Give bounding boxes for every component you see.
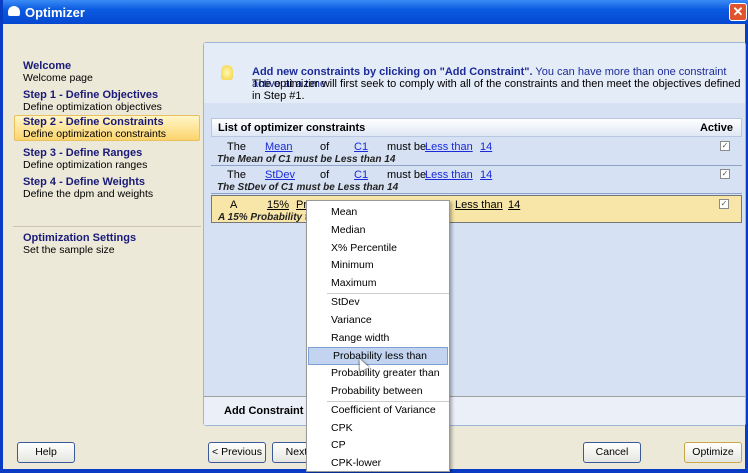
menu-item-variance[interactable]: Variance — [307, 312, 449, 330]
menu-item-probability-less-than[interactable]: Probability less than — [308, 347, 448, 366]
previous-button[interactable]: < Previous — [208, 442, 266, 463]
value-link[interactable]: 14 — [480, 169, 492, 181]
constraints-panel: Add new constraints by clicking on "Add … — [203, 42, 746, 426]
constraint-description: The StDev of C1 must be Less than 14 — [217, 182, 399, 193]
row-word: of — [320, 169, 330, 181]
menu-item-mean[interactable]: Mean — [307, 204, 449, 222]
constraint-row[interactable]: The StDev of C1 must be Less than 14 The… — [211, 166, 742, 194]
optimize-button[interactable]: Optimize — [684, 442, 742, 463]
sidebar-item-subtitle: Set the sample size — [23, 244, 115, 256]
app-icon — [8, 6, 20, 16]
sidebar-item-settings[interactable]: Optimization Settings Set the sample size — [17, 232, 201, 256]
row-word: of — [320, 141, 330, 153]
sidebar-item-title: Optimization Settings — [23, 232, 137, 244]
statistic-link[interactable]: StDev — [265, 169, 295, 181]
close-button[interactable]: ✕ — [729, 3, 747, 21]
menu-item-percentile[interactable]: X% Percentile — [307, 240, 449, 258]
info-line-2: The optimizer will first seek to comply … — [252, 78, 741, 102]
menu-item-coefficient-of-variance[interactable]: Coefficient of Variance — [307, 402, 449, 420]
sidebar-item-subtitle: Define optimization objectives — [23, 101, 162, 113]
row-word: The — [227, 141, 246, 153]
statistic-link[interactable]: Mean — [265, 141, 293, 153]
constraint-description: The Mean of C1 must be Less than 14 — [217, 154, 396, 165]
menu-item-maximum[interactable]: Maximum — [307, 275, 449, 293]
sidebar-item-subtitle: Define optimization ranges — [23, 159, 148, 171]
sidebar-item-step4[interactable]: Step 4 - Define Weights Define the dpm an… — [17, 176, 201, 200]
sidebar-item-title: Step 4 - Define Weights — [23, 176, 146, 188]
optimizer-window: Optimizer ✕ Welcome Welcome page Step 1 -… — [0, 0, 748, 472]
active-column-header: Active — [699, 121, 733, 134]
cancel-button[interactable]: Cancel — [583, 442, 641, 463]
active-checkbox[interactable]: ✓ — [720, 141, 730, 151]
menu-item-cpk[interactable]: CPK — [307, 420, 449, 438]
menu-item-median[interactable]: Median — [307, 222, 449, 240]
active-checkbox[interactable]: ✓ — [720, 169, 730, 179]
menu-item-stdev[interactable]: StDev — [307, 294, 449, 312]
variable-link[interactable]: C1 — [354, 169, 368, 181]
row-word: must be — [387, 169, 427, 181]
row-word: The — [227, 169, 246, 181]
sidebar-item-title: Step 2 - Define Constraints — [23, 116, 164, 128]
help-button[interactable]: Help — [17, 442, 75, 463]
sidebar-item-welcome[interactable]: Welcome Welcome page — [17, 60, 201, 84]
operator-link[interactable]: Less than — [425, 141, 473, 153]
operator-link[interactable]: Less than — [425, 169, 473, 181]
title-bar: Optimizer ✕ — [3, 0, 748, 24]
value-link[interactable]: 14 — [480, 141, 492, 153]
constraint-row[interactable]: The Mean of C1 must be Less than 14 The … — [211, 138, 742, 166]
menu-item-cp[interactable]: CP — [307, 437, 449, 455]
menu-item-probability-between[interactable]: Probability between — [307, 383, 449, 401]
window-title: Optimizer — [25, 4, 85, 20]
sidebar-divider — [13, 226, 201, 227]
sidebar-item-step2[interactable]: Step 2 - Define Constraints Define optimi… — [14, 115, 200, 141]
percent-link[interactable]: 15% — [267, 199, 289, 211]
list-header: List of optimizer constraints Active — [211, 118, 742, 137]
sidebar-item-step3[interactable]: Step 3 - Define Ranges Define optimizatio… — [17, 147, 201, 171]
add-constraint-bar: Add Constraint — [204, 396, 745, 425]
variable-link[interactable]: C1 — [354, 141, 368, 153]
add-constraint-button[interactable]: Add Constraint — [224, 405, 303, 417]
sidebar-item-title: Step 1 - Define Objectives — [23, 89, 159, 101]
row-word: must be — [387, 141, 427, 153]
value-link[interactable]: 14 — [508, 199, 520, 211]
menu-item-range-width[interactable]: Range width — [307, 330, 449, 348]
row-word: A — [230, 199, 238, 211]
active-checkbox[interactable]: ✓ — [719, 199, 729, 209]
sidebar-item-subtitle: Define the dpm and weights — [23, 188, 154, 200]
info-box: Add new constraints by clicking on "Add … — [204, 43, 745, 103]
sidebar-item-subtitle: Define optimization constraints — [23, 128, 166, 140]
menu-item-minimum[interactable]: Minimum — [307, 257, 449, 275]
list-title: List of optimizer constraints — [218, 121, 366, 134]
statistic-dropdown-menu: Mean Median X% Percentile Minimum Maximu… — [306, 200, 450, 472]
operator-link[interactable]: Less than — [455, 199, 503, 211]
menu-item-probability-greater-than[interactable]: Probability greater than — [307, 365, 449, 383]
constraint-row-selected[interactable]: A 15% Probability that C1 is Less than 1… — [211, 195, 742, 223]
info-bold: Add new constraints by clicking on "Add … — [252, 66, 533, 78]
sidebar-item-subtitle: Welcome page — [23, 72, 93, 84]
sidebar-item-step1[interactable]: Step 1 - Define Objectives Define optimiz… — [17, 89, 201, 113]
lightbulb-icon — [221, 65, 233, 80]
sidebar-item-title: Step 3 - Define Ranges — [23, 147, 143, 159]
menu-item-cpk-lower[interactable]: CPK-lower — [307, 455, 449, 473]
sidebar-item-title: Welcome — [23, 60, 72, 72]
